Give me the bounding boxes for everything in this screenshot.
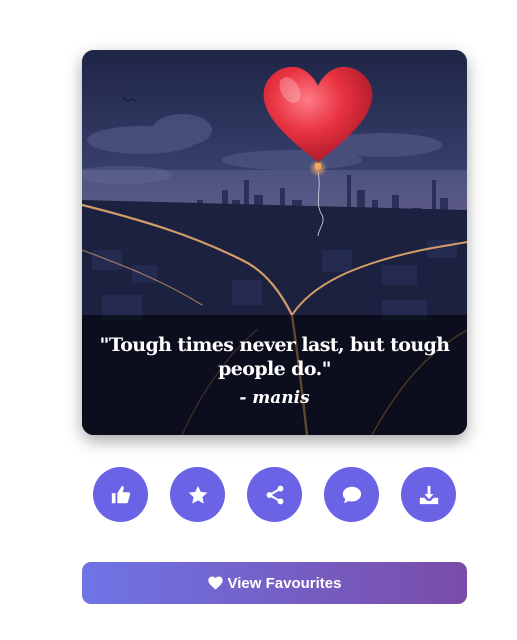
thumbs-up-icon — [111, 485, 130, 503]
view-favourites-label: View Favourites — [227, 574, 342, 592]
download-icon — [419, 485, 438, 504]
comment-icon — [342, 486, 361, 503]
share-button[interactable] — [247, 467, 302, 522]
quote-text: "Tough times never last, but tough peopl… — [99, 334, 451, 380]
star-icon — [188, 485, 207, 504]
favourite-button[interactable] — [170, 467, 225, 522]
quote-author: - manis — [239, 388, 310, 408]
heart-icon — [207, 576, 223, 590]
download-button[interactable] — [401, 467, 456, 522]
view-favourites-button[interactable]: View Favourites — [82, 562, 467, 604]
share-icon — [266, 485, 283, 504]
comment-button[interactable] — [324, 467, 379, 522]
quote-overlay: "Tough times never last, but tough peopl… — [82, 315, 467, 435]
action-bar — [93, 467, 457, 523]
quote-card: "Tough times never last, but tough peopl… — [82, 50, 467, 435]
like-button[interactable] — [93, 467, 148, 522]
